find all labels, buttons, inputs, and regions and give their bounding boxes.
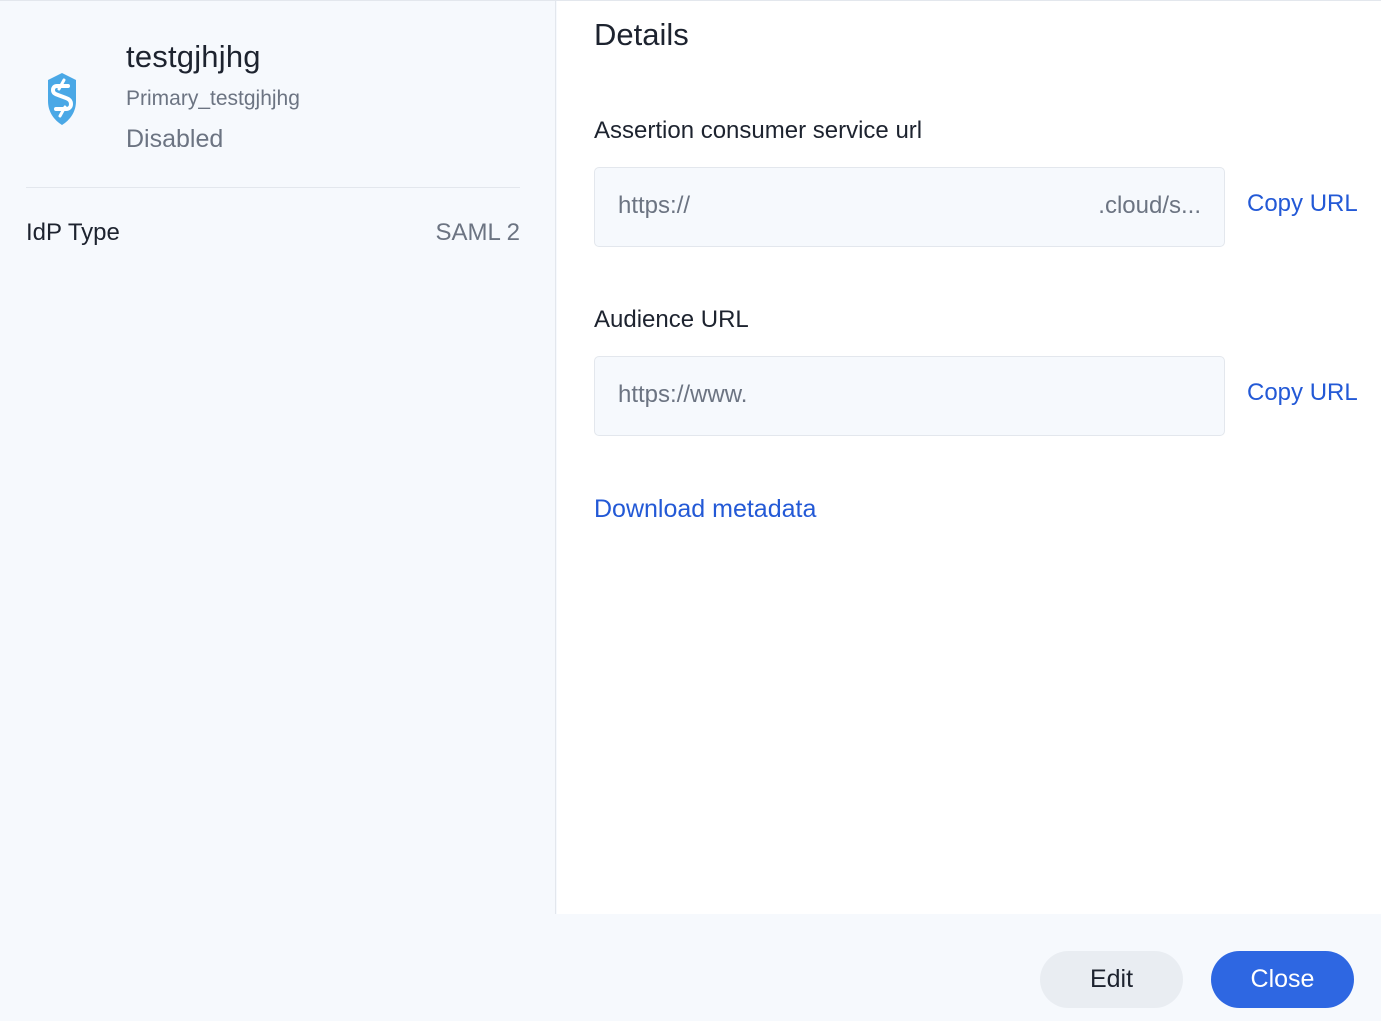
details-title: Details (594, 17, 689, 52)
audience-url-field[interactable]: https://www. (594, 356, 1225, 436)
audience-url-start: https://www. (618, 381, 748, 408)
idp-type-row: IdP Type SAML 2 (26, 219, 520, 247)
acs-url-field[interactable]: https:// .cloud/s... (594, 167, 1225, 247)
close-button[interactable]: Close (1211, 951, 1354, 1008)
idp-type-label: IdP Type (26, 219, 120, 246)
download-metadata-link[interactable]: Download metadata (594, 495, 816, 524)
details-panel: Details Assertion consumer service url h… (557, 1, 1381, 914)
copy-acs-url-button[interactable]: Copy URL (1247, 190, 1358, 218)
idp-type-value: SAML 2 (435, 219, 520, 246)
copy-audience-url-button[interactable]: Copy URL (1247, 379, 1358, 407)
acs-url-end: .cloud/s... (1098, 192, 1201, 219)
divider (26, 187, 520, 188)
idp-status: Disabled (126, 125, 224, 153)
audience-url-label: Audience URL (594, 306, 749, 333)
acs-url-label: Assertion consumer service url (594, 117, 923, 144)
edit-button[interactable]: Edit (1040, 951, 1183, 1008)
dialog-footer: Edit Close (0, 914, 1381, 1021)
idp-details-dialog: testgjhjhg Primary_testgjhjhg Disabled I… (0, 0, 1381, 1021)
idp-name: testgjhjhg (126, 39, 261, 74)
idp-summary-panel: testgjhjhg Primary_testgjhjhg Disabled I… (0, 1, 556, 914)
shield-s-icon (48, 73, 76, 125)
idp-subname: Primary_testgjhjhg (126, 87, 300, 110)
acs-url-start: https:// (618, 192, 691, 219)
